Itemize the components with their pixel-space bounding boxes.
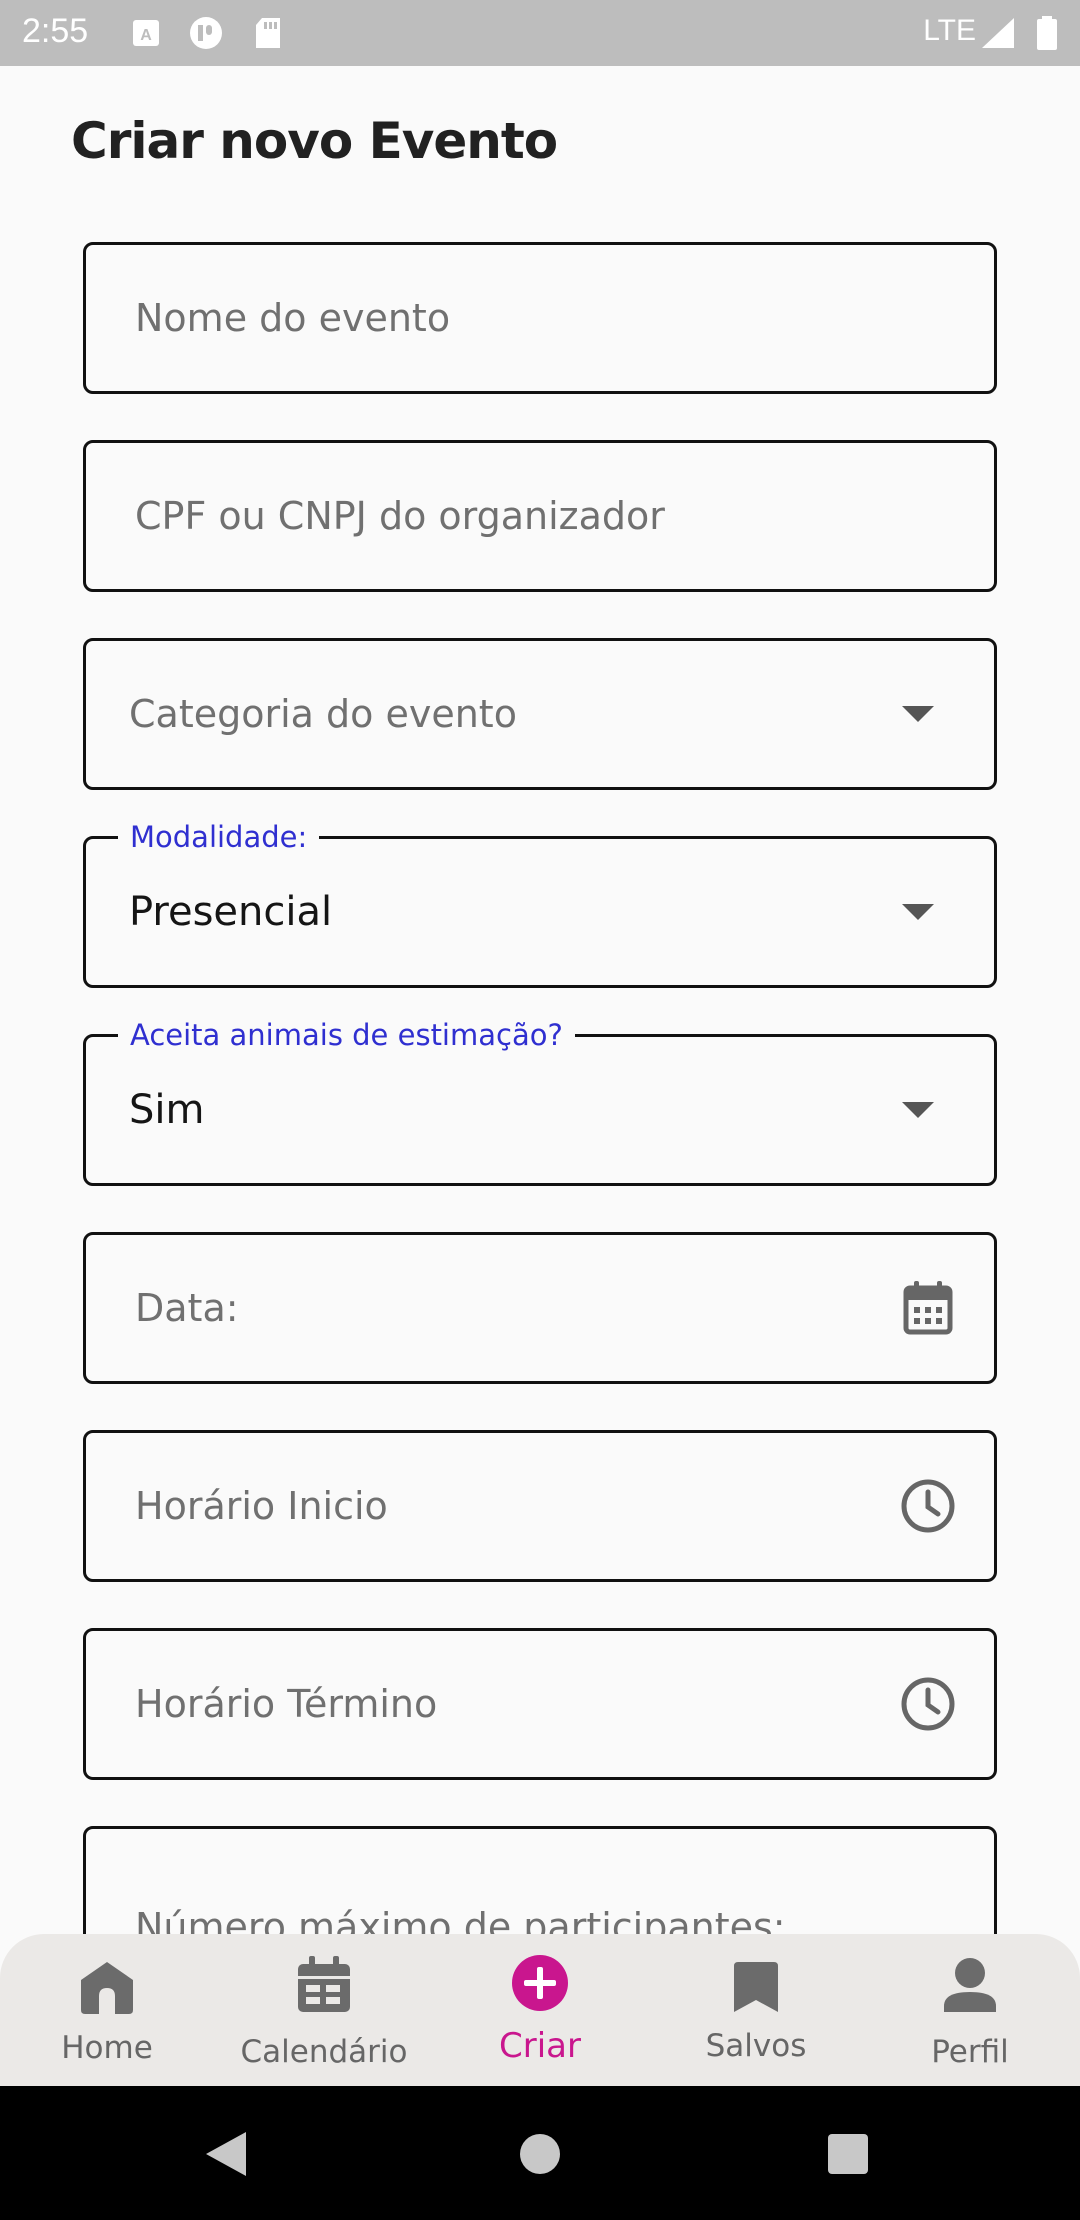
app-notification-icon	[190, 17, 222, 49]
nav-label-profile: Perfil	[931, 2034, 1009, 2070]
nav-item-profile[interactable]: Perfil	[898, 1934, 1042, 2086]
clock-icon[interactable]	[898, 1674, 958, 1734]
dropdown-arrow-icon	[902, 706, 934, 722]
clock-icon[interactable]	[898, 1476, 958, 1536]
organizer-document-field[interactable]: CPF ou CNPJ do organizador	[83, 440, 997, 592]
person-icon	[944, 1958, 996, 2012]
nav-item-create[interactable]: Criar	[470, 1934, 610, 2086]
pets-value: Sim	[129, 1087, 205, 1133]
home-button-icon[interactable]	[514, 2126, 570, 2182]
calendar-icon[interactable]	[898, 1278, 958, 1338]
organizer-document-placeholder: CPF ou CNPJ do organizador	[135, 494, 665, 538]
nav-label-create: Criar	[499, 2026, 581, 2066]
pets-select[interactable]: Aceita animais de estimação? Sim	[83, 1015, 997, 1186]
battery-icon	[1037, 16, 1057, 50]
end-time-field[interactable]: Horário Término	[83, 1628, 997, 1780]
date-field[interactable]: Data:	[83, 1232, 997, 1384]
recents-icon[interactable]	[822, 2126, 878, 2182]
system-navigation-bar	[0, 2086, 1080, 2220]
bookmark-icon	[734, 1962, 778, 2012]
status-bar: 2:55 A LTE	[0, 0, 1080, 66]
start-time-field[interactable]: Horário Inicio	[83, 1430, 997, 1582]
bottom-navigation: Home Calendário Criar Salvos Perfil	[0, 1934, 1080, 2086]
page-title: Criar novo Evento	[71, 112, 558, 170]
sd-card-icon	[256, 18, 280, 48]
category-select[interactable]: Categoria do evento	[83, 638, 997, 790]
nav-item-calendar[interactable]: Calendário	[234, 1934, 414, 2086]
nav-label-saved: Salvos	[705, 2028, 807, 2064]
calendar-icon	[298, 1956, 350, 2012]
date-placeholder: Data:	[135, 1286, 239, 1330]
modality-value: Presencial	[129, 889, 333, 935]
modality-select[interactable]: Modalidade: Presencial	[83, 817, 997, 988]
status-time: 2:55	[22, 12, 89, 50]
nav-item-saved[interactable]: Salvos	[684, 1934, 828, 2086]
event-name-field[interactable]: Nome do evento	[83, 242, 997, 394]
dropdown-arrow-icon	[902, 1102, 934, 1118]
nav-label-home: Home	[61, 2030, 153, 2066]
svg-text:A: A	[140, 27, 152, 44]
add-circle-icon	[512, 1955, 568, 2011]
category-placeholder: Categoria do evento	[129, 692, 517, 736]
nav-label-calendar: Calendário	[240, 2034, 408, 2070]
network-type: LTE	[923, 14, 976, 47]
modality-label: Modalidade:	[118, 817, 320, 857]
end-time-placeholder: Horário Término	[135, 1682, 438, 1726]
keyboard-notification-icon: A	[133, 20, 159, 46]
signal-icon	[982, 18, 1014, 48]
back-icon[interactable]	[196, 2126, 252, 2182]
nav-item-home[interactable]: Home	[40, 1934, 174, 2086]
start-time-placeholder: Horário Inicio	[135, 1484, 388, 1528]
home-icon	[81, 1962, 133, 2014]
event-name-placeholder: Nome do evento	[135, 296, 451, 340]
dropdown-arrow-icon	[902, 904, 934, 920]
pets-label: Aceita animais de estimação?	[118, 1015, 575, 1055]
